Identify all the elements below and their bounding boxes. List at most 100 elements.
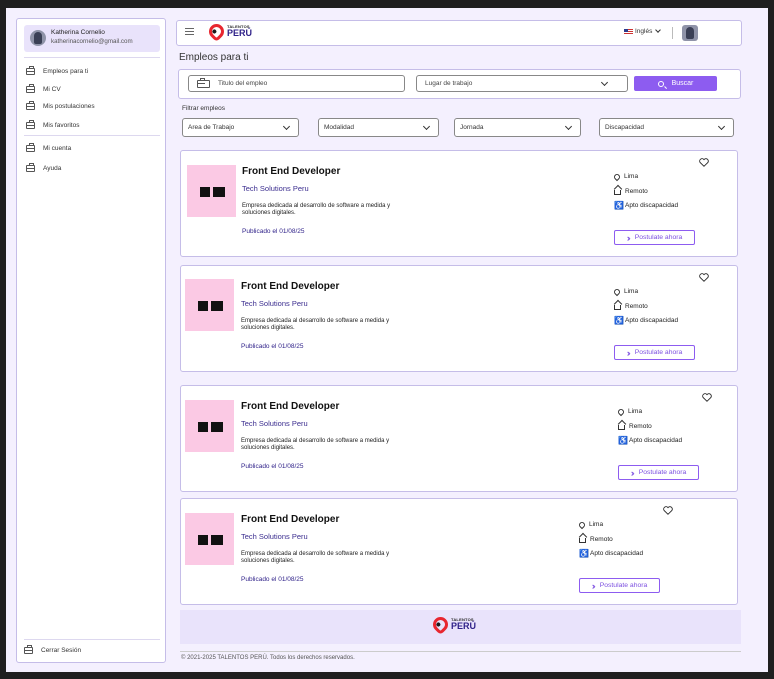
home-icon xyxy=(614,190,621,195)
location-select[interactable]: Lugar de trabajo xyxy=(416,75,628,92)
published-date: Publicado el 01/08/25 xyxy=(242,228,305,235)
user-avatar xyxy=(30,30,46,46)
chevron-down-icon xyxy=(655,27,662,33)
location-placeholder: Lugar de trabajo xyxy=(425,80,473,87)
chevron-down-icon xyxy=(600,78,609,87)
apply-button[interactable]: ›› Postulate ahora xyxy=(614,345,695,360)
search-button[interactable]: Buscar xyxy=(634,76,717,91)
location-pin-icon xyxy=(612,287,622,296)
company-logo xyxy=(185,279,234,331)
double-chevron-icon: ›› xyxy=(626,232,631,243)
apply-label: Postulate ahora xyxy=(634,349,683,356)
user-name: Katherina Cornelio xyxy=(51,29,105,36)
company-name: Tech Solutions Peru xyxy=(241,532,308,541)
filter-modalidad[interactable]: Modalidad xyxy=(318,118,439,137)
menu-icon[interactable] xyxy=(185,28,194,35)
double-chevron-icon: ›› xyxy=(630,467,635,478)
chevron-down-icon xyxy=(717,122,726,131)
sidebar-item-label: Empleos para ti xyxy=(43,67,89,75)
apply-label: Postulate ahora xyxy=(599,582,648,589)
job-description: Empresa dedicada al desarrollo de softwa… xyxy=(241,551,390,564)
accessibility-info: ♿ Apto discapacidad xyxy=(618,436,683,445)
search-button-label: Buscar xyxy=(671,80,694,87)
company-logo xyxy=(187,165,236,217)
apply-label: Postulate ahora xyxy=(638,469,687,476)
accessibility-text: Apto discapacidad xyxy=(629,437,683,444)
filter-jornada[interactable]: Jornada xyxy=(454,118,581,137)
job-title[interactable]: Front End Developer xyxy=(241,281,339,292)
sidebar-item-label: Mi cuenta xyxy=(43,144,72,152)
job-card[interactable]: Front End Developer Tech Solutions Peru … xyxy=(180,498,738,605)
sidebar-item-postulaciones[interactable]: Mis postulaciones xyxy=(26,100,95,112)
favorite-heart-icon[interactable] xyxy=(663,506,673,515)
filter-area[interactable]: Area de Trabajo xyxy=(182,118,299,137)
job-card[interactable]: Front End Developer Tech Solutions Peru … xyxy=(180,150,738,257)
logout-label: Cerrar Sesión xyxy=(41,647,82,654)
search-icon xyxy=(657,80,664,87)
footer-logo[interactable]: TALENTOS PERÚ xyxy=(429,613,476,636)
job-card[interactable]: Front End Developer Tech Solutions Peru … xyxy=(180,385,738,492)
sidebar-divider xyxy=(24,135,160,136)
company-name: Tech Solutions Peru xyxy=(241,299,308,308)
sidebar-item-empleos[interactable]: Empleos para ti xyxy=(26,65,88,77)
location-text: Lima xyxy=(628,408,643,415)
wheelchair-icon: ♿ xyxy=(614,201,624,210)
apply-button[interactable]: ›› Postulate ahora xyxy=(579,578,660,593)
pin-logo-icon xyxy=(205,20,228,43)
user-email: katherinacornelio@gmail.com xyxy=(51,38,133,45)
location-info: Lima xyxy=(612,287,639,296)
modality-info: Remoto xyxy=(614,303,648,310)
logout-button[interactable]: Cerrar Sesión xyxy=(24,645,82,654)
location-pin-icon xyxy=(616,407,626,416)
sidebar-item-ayuda[interactable]: Ayuda xyxy=(26,162,61,174)
job-title[interactable]: Front End Developer xyxy=(241,401,339,412)
home-icon xyxy=(579,538,586,543)
sidebar-item-cuenta[interactable]: Mi cuenta xyxy=(26,142,71,154)
chevron-down-icon xyxy=(282,122,291,131)
sidebar-divider xyxy=(24,639,160,640)
job-title[interactable]: Front End Developer xyxy=(241,514,339,525)
brand-logo[interactable]: TALENTOS PERÚ xyxy=(205,20,252,43)
location-text: Lima xyxy=(624,288,639,295)
sidebar: Katherina Cornelio katherinacornelio@gma… xyxy=(16,18,166,663)
location-text: Lima xyxy=(589,521,604,528)
language-label: Inglés xyxy=(635,28,653,35)
briefcase-icon xyxy=(26,83,35,93)
language-selector[interactable]: Inglés xyxy=(624,27,662,35)
published-date: Publicado el 01/08/25 xyxy=(241,343,304,350)
location-info: Lima xyxy=(612,172,639,181)
search-panel: Titulo del empleo Lugar de trabajo Busca… xyxy=(178,69,741,99)
apply-button[interactable]: ›› Postulate ahora xyxy=(618,465,699,480)
us-flag-icon xyxy=(624,28,633,35)
user-card[interactable]: Katherina Cornelio katherinacornelio@gma… xyxy=(24,25,160,52)
favorite-heart-icon[interactable] xyxy=(699,158,709,167)
apply-button[interactable]: ›› Postulate ahora xyxy=(614,230,695,245)
chevron-down-icon xyxy=(422,122,431,131)
company-logo xyxy=(185,400,234,452)
sidebar-divider xyxy=(24,57,160,58)
favorite-heart-icon[interactable] xyxy=(702,393,712,402)
header-avatar[interactable] xyxy=(682,25,698,41)
location-text: Lima xyxy=(624,173,639,180)
sidebar-item-favoritos[interactable]: Mis favoritos xyxy=(26,119,79,131)
briefcase-icon xyxy=(26,162,35,172)
double-chevron-icon: ›› xyxy=(626,347,631,358)
sidebar-item-cv[interactable]: Mi CV xyxy=(26,83,61,95)
accessibility-text: Apto discapacidad xyxy=(625,202,679,209)
filter-discapacidad[interactable]: Discapacidad xyxy=(599,118,734,137)
job-description: Empresa dedicada al desarrollo de softwa… xyxy=(242,203,391,216)
job-card[interactable]: Front End Developer Tech Solutions Peru … xyxy=(180,265,738,372)
job-title-input[interactable]: Titulo del empleo xyxy=(188,75,405,92)
modality-text: Remoto xyxy=(629,423,652,430)
sidebar-item-label: Mis favoritos xyxy=(43,121,80,129)
filter-label-discapacidad: Discapacidad xyxy=(605,124,645,131)
chevron-down-icon xyxy=(564,122,573,131)
footer-divider xyxy=(180,651,741,652)
job-title[interactable]: Front End Developer xyxy=(242,166,340,177)
location-pin-icon xyxy=(577,520,587,529)
wheelchair-icon: ♿ xyxy=(618,436,628,445)
favorite-heart-icon[interactable] xyxy=(699,273,709,282)
double-chevron-icon: ›› xyxy=(591,580,596,591)
company-name: Tech Solutions Peru xyxy=(241,419,308,428)
divider xyxy=(672,27,673,39)
